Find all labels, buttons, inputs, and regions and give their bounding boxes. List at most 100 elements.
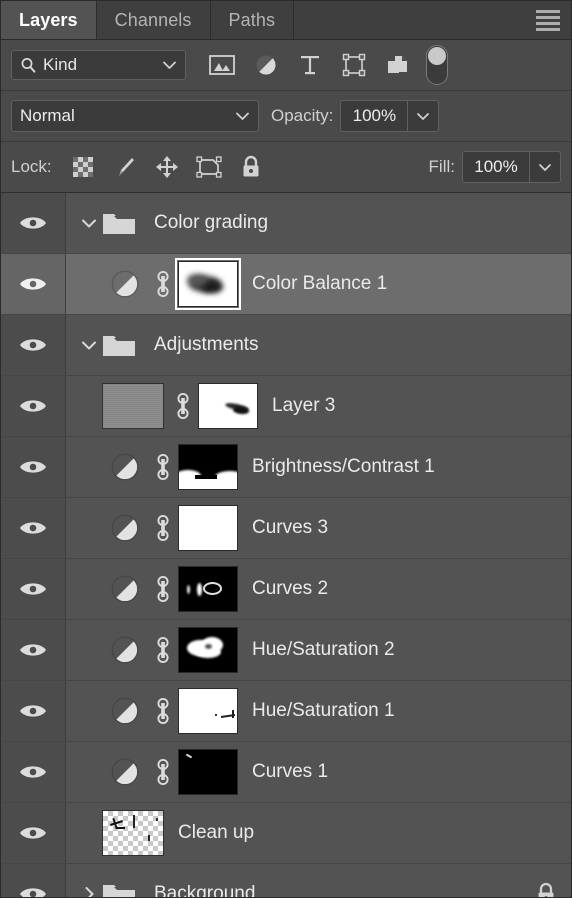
layer-name[interactable]: Adjustments — [154, 334, 259, 356]
table-row[interactable]: Hue/Saturation 1 — [1, 681, 571, 742]
table-row[interactable]: Color grading — [1, 193, 571, 254]
tab-layers-label: Layers — [19, 9, 78, 30]
link-mask-icon[interactable] — [148, 270, 178, 298]
row-body: Background — [66, 864, 571, 897]
adjustment-layer-icon[interactable] — [102, 513, 148, 543]
table-row[interactable]: Background — [1, 864, 571, 897]
layer-name[interactable]: Color Balance 1 — [252, 273, 387, 295]
layer-thumbnail[interactable] — [102, 383, 164, 429]
eye-icon[interactable] — [1, 803, 66, 863]
fill-stepper-chevron-down-icon[interactable] — [529, 152, 560, 182]
table-row[interactable]: Curves 1 — [1, 742, 571, 803]
eye-icon[interactable] — [1, 742, 66, 802]
eye-icon[interactable] — [1, 376, 66, 436]
lock-artboard-nesting-icon[interactable] — [188, 150, 230, 184]
layer-name[interactable]: Curves 1 — [252, 761, 328, 783]
adjustment-layer-icon[interactable] — [102, 452, 148, 482]
layer-name[interactable]: Brightness/Contrast 1 — [252, 456, 435, 478]
chevron-down-icon[interactable] — [76, 340, 102, 351]
folder-icon — [102, 210, 144, 236]
layer-mask-thumbnail[interactable] — [178, 749, 238, 795]
lock-position-icon[interactable] — [146, 150, 188, 184]
chevron-down-icon[interactable] — [76, 218, 102, 229]
filter-smart-object-layers-icon[interactable] — [376, 48, 420, 82]
filter-pixel-layers-icon[interactable] — [200, 48, 244, 82]
adjustment-layer-icon[interactable] — [102, 269, 148, 299]
layer-name[interactable]: Curves 3 — [252, 517, 328, 539]
eye-icon[interactable] — [1, 315, 66, 375]
table-row[interactable]: Hue/Saturation 2 — [1, 620, 571, 681]
layer-name[interactable]: Clean up — [178, 822, 254, 844]
opacity-field[interactable]: 100% — [340, 100, 440, 132]
fill-field[interactable]: 100% — [462, 151, 561, 183]
tab-layers[interactable]: Layers — [1, 1, 97, 39]
filter-adjustment-layers-icon[interactable] — [244, 48, 288, 82]
table-row[interactable]: Adjustments — [1, 315, 571, 376]
filter-type-icons — [200, 45, 448, 85]
row-body: Hue/Saturation 1 — [66, 681, 571, 741]
filter-shape-layers-icon[interactable] — [332, 48, 376, 82]
eye-icon[interactable] — [1, 498, 66, 558]
layer-mask-thumbnail[interactable] — [178, 505, 238, 551]
link-mask-icon[interactable] — [148, 453, 178, 481]
hamburger-bar — [536, 15, 560, 19]
layer-mask-thumbnail[interactable] — [175, 258, 241, 310]
eye-icon[interactable] — [1, 559, 66, 619]
adjustment-layer-icon[interactable] — [102, 696, 148, 726]
layer-mask-thumbnail[interactable] — [178, 627, 238, 673]
layer-name[interactable]: Hue/Saturation 2 — [252, 639, 395, 661]
layer-mask-thumbnail[interactable] — [178, 688, 238, 734]
adjustment-layer-icon[interactable] — [102, 757, 148, 787]
lock-icon[interactable] — [521, 881, 571, 897]
filter-enable-toggle[interactable] — [426, 45, 448, 85]
lock-transparent-pixels-icon[interactable] — [62, 150, 104, 184]
link-mask-icon[interactable] — [148, 697, 178, 725]
table-row[interactable]: Color Balance 1 — [1, 254, 571, 315]
eye-icon[interactable] — [1, 254, 66, 314]
layer-thumbnail[interactable] — [102, 810, 164, 856]
tab-paths[interactable]: Paths — [211, 1, 295, 39]
eye-icon[interactable] — [1, 681, 66, 741]
table-row[interactable]: Curves 3 — [1, 498, 571, 559]
lock-image-pixels-icon[interactable] — [104, 150, 146, 184]
layer-name[interactable]: Color grading — [154, 212, 268, 234]
link-mask-icon[interactable] — [148, 575, 178, 603]
eye-icon[interactable] — [1, 437, 66, 497]
opacity-stepper-chevron-down-icon[interactable] — [407, 101, 438, 131]
link-mask-icon[interactable] — [168, 392, 198, 420]
chevron-down-icon — [163, 61, 176, 69]
layer-name[interactable]: Hue/Saturation 1 — [252, 700, 395, 722]
tab-channels[interactable]: Channels — [97, 1, 211, 39]
eye-icon[interactable] — [1, 620, 66, 680]
eye-icon[interactable] — [1, 864, 66, 897]
layer-name[interactable]: Curves 2 — [252, 578, 328, 600]
row-body: Color Balance 1 — [66, 254, 571, 314]
link-mask-icon[interactable] — [148, 514, 178, 542]
layer-mask-thumbnail[interactable] — [178, 444, 238, 490]
filter-type-layers-icon[interactable] — [288, 48, 332, 82]
table-row[interactable]: Curves 2 — [1, 559, 571, 620]
table-row[interactable]: Clean up — [1, 803, 571, 864]
table-row[interactable]: Brightness/Contrast 1 — [1, 437, 571, 498]
hamburger-menu-icon[interactable] — [525, 1, 571, 39]
layer-name[interactable]: Background — [154, 883, 255, 897]
adjustment-layer-icon[interactable] — [102, 635, 148, 665]
hamburger-bar — [536, 21, 560, 25]
eye-icon[interactable] — [1, 193, 66, 253]
chevron-right-icon[interactable] — [76, 886, 102, 897]
link-mask-icon[interactable] — [148, 636, 178, 664]
layer-mask-thumbnail[interactable] — [198, 383, 258, 429]
row-body: Curves 2 — [66, 559, 571, 619]
fill-label: Fill: — [428, 157, 455, 176]
link-mask-icon[interactable] — [148, 758, 178, 786]
row-body: Brightness/Contrast 1 — [66, 437, 571, 497]
adjustment-layer-icon[interactable] — [102, 574, 148, 604]
layer-name[interactable]: Layer 3 — [272, 395, 335, 417]
opacity-value[interactable]: 100% — [341, 101, 407, 131]
fill-value[interactable]: 100% — [463, 152, 529, 182]
lock-all-icon[interactable] — [230, 150, 272, 184]
layer-mask-thumbnail[interactable] — [178, 566, 238, 612]
filter-kind-dropdown[interactable]: Kind — [11, 50, 186, 80]
table-row[interactable]: Layer 3 — [1, 376, 571, 437]
blend-mode-dropdown[interactable]: Normal — [11, 100, 259, 132]
